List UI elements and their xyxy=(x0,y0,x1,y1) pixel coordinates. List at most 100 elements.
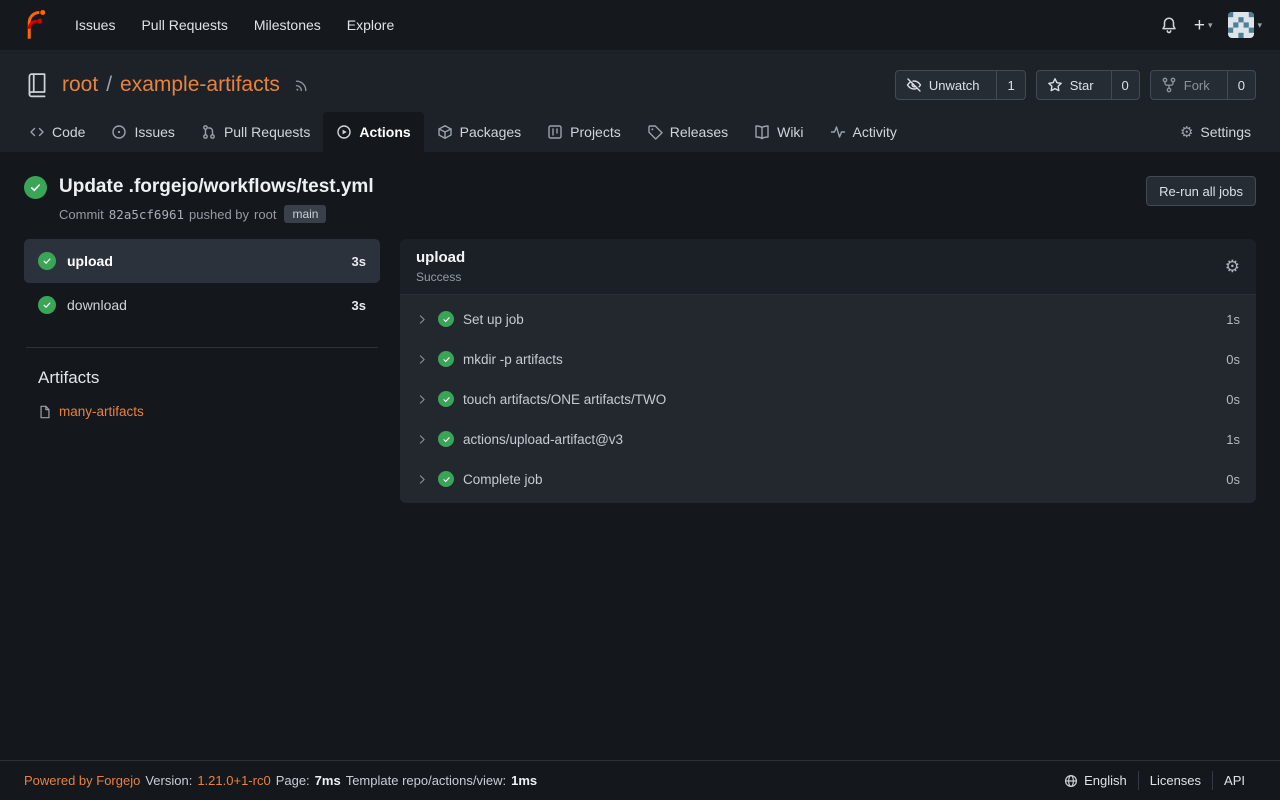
job-options-gear-icon[interactable]: ⚙ xyxy=(1225,258,1240,275)
version-link[interactable]: 1.21.0+1-rc0 xyxy=(197,773,270,788)
tab-releases[interactable]: Releases xyxy=(634,112,741,152)
avatar xyxy=(1228,12,1254,38)
branch-badge[interactable]: main xyxy=(284,205,326,223)
commit-label: Commit xyxy=(59,207,104,222)
tab-label: Releases xyxy=(670,124,728,140)
step-success-icon xyxy=(438,471,454,487)
job-name: download xyxy=(67,297,127,313)
user-menu-button[interactable]: ▾ xyxy=(1228,12,1262,38)
step-row[interactable]: actions/upload-artifact@v3 1s xyxy=(400,419,1256,459)
issue-icon xyxy=(111,124,127,140)
template-time-label: Template repo/actions/view: xyxy=(346,773,506,788)
job-duration: 3s xyxy=(352,298,366,313)
run-title-block: Update .forgejo/workflows/test.yml Commi… xyxy=(59,176,374,223)
create-menu-button[interactable]: + ▾ xyxy=(1194,16,1213,35)
identicon xyxy=(1228,12,1254,38)
fork-button[interactable]: Fork 0 xyxy=(1150,70,1256,100)
footer: Powered by Forgejo Version: 1.21.0+1-rc0… xyxy=(0,760,1280,800)
tab-settings[interactable]: ⚙ Settings xyxy=(1167,112,1264,152)
step-name: touch artifacts/ONE artifacts/TWO xyxy=(463,392,666,407)
nav-milestones[interactable]: Milestones xyxy=(241,9,334,41)
job-panel-header: upload Success ⚙ xyxy=(400,239,1256,295)
tab-pull-requests[interactable]: Pull Requests xyxy=(188,112,323,152)
globe-icon xyxy=(1064,774,1078,788)
package-icon xyxy=(437,124,453,140)
nav-pull-requests[interactable]: Pull Requests xyxy=(128,9,240,41)
chevron-right-icon xyxy=(416,433,429,446)
job-panel-title: upload xyxy=(416,249,465,266)
chevron-right-icon xyxy=(416,353,429,366)
artifact-item: many-artifacts xyxy=(38,404,366,419)
fork-label: Fork xyxy=(1184,78,1220,93)
steps-list: Set up job 1s mkdir -p artifacts 0s touc… xyxy=(400,295,1256,503)
step-row[interactable]: Complete job 0s xyxy=(400,459,1256,499)
licenses-link[interactable]: Licenses xyxy=(1138,771,1212,790)
tab-projects[interactable]: Projects xyxy=(534,112,634,152)
artifact-download-link[interactable]: many-artifacts xyxy=(59,404,144,419)
tab-packages[interactable]: Packages xyxy=(424,112,534,152)
tab-label: Issues xyxy=(134,124,174,140)
language-selector[interactable]: English xyxy=(1053,771,1138,790)
notifications-button[interactable] xyxy=(1160,16,1178,34)
pull-request-icon xyxy=(201,124,217,140)
tab-code[interactable]: Code xyxy=(16,112,98,152)
projects-icon xyxy=(547,124,563,140)
tab-wiki[interactable]: Wiki xyxy=(741,112,816,152)
repo-tabs: Code Issues Pull Requests Actions Packag… xyxy=(0,112,1280,152)
unwatch-button[interactable]: Unwatch 1 xyxy=(895,70,1026,100)
star-button[interactable]: Star 0 xyxy=(1036,70,1140,100)
stars-count[interactable]: 0 xyxy=(1111,71,1139,99)
tab-label: Actions xyxy=(359,124,410,140)
repo-name-link[interactable]: example-artifacts xyxy=(120,73,280,97)
repo-owner-link[interactable]: root xyxy=(62,73,98,97)
rerun-all-jobs-button[interactable]: Re-run all jobs xyxy=(1146,176,1256,206)
tab-label: Activity xyxy=(853,124,897,140)
artifacts-heading: Artifacts xyxy=(38,368,366,388)
repo-separator: / xyxy=(106,73,112,97)
top-navbar: Issues Pull Requests Milestones Explore … xyxy=(0,0,1280,50)
rss-icon[interactable] xyxy=(294,77,310,93)
forks-count[interactable]: 0 xyxy=(1227,71,1255,99)
topbar-right: + ▾ ▾ xyxy=(1160,12,1262,38)
chevron-right-icon xyxy=(416,313,429,326)
watchers-count[interactable]: 1 xyxy=(996,71,1024,99)
repo-title-row: root / example-artifacts Unwatch 1 xyxy=(0,66,1280,100)
step-duration: 0s xyxy=(1226,352,1240,367)
api-link[interactable]: API xyxy=(1212,771,1256,790)
step-name: Complete job xyxy=(463,472,543,487)
version-label: Version: xyxy=(145,773,192,788)
commit-line: Commit 82a5cf6961 pushed by root main xyxy=(59,205,374,223)
step-duration: 0s xyxy=(1226,472,1240,487)
star-label: Star xyxy=(1070,78,1104,93)
tab-label: Code xyxy=(52,124,85,140)
nav-issues[interactable]: Issues xyxy=(62,9,128,41)
commit-sha-link[interactable]: 82a5cf6961 xyxy=(109,207,184,222)
powered-by-link[interactable]: Powered by Forgejo xyxy=(24,773,140,788)
actions-run-page: Update .forgejo/workflows/test.yml Commi… xyxy=(0,152,1280,760)
job-item-upload[interactable]: upload 3s xyxy=(24,239,380,283)
step-success-icon xyxy=(438,431,454,447)
run-title: Update .forgejo/workflows/test.yml xyxy=(59,176,374,198)
caret-down-icon: ▾ xyxy=(1257,20,1262,31)
pusher-link[interactable]: root xyxy=(254,207,276,222)
tab-label: Projects xyxy=(570,124,621,140)
tab-label: Wiki xyxy=(777,124,803,140)
step-row[interactable]: mkdir -p artifacts 0s xyxy=(400,339,1256,379)
unwatch-label: Unwatch xyxy=(929,78,990,93)
tab-issues[interactable]: Issues xyxy=(98,112,187,152)
job-success-icon xyxy=(38,252,56,270)
step-row[interactable]: touch artifacts/ONE artifacts/TWO 0s xyxy=(400,379,1256,419)
language-label: English xyxy=(1084,773,1127,788)
divider xyxy=(26,347,378,348)
step-row[interactable]: Set up job 1s xyxy=(400,299,1256,339)
run-body: upload 3s download 3s Artifacts many-art… xyxy=(24,239,1256,503)
step-duration: 1s xyxy=(1226,432,1240,447)
forgejo-logo[interactable] xyxy=(18,10,48,40)
nav-explore[interactable]: Explore xyxy=(334,9,407,41)
page-time-label: Page: xyxy=(276,773,310,788)
tab-actions[interactable]: Actions xyxy=(323,112,423,152)
tab-activity[interactable]: Activity xyxy=(817,112,910,152)
job-name: upload xyxy=(67,253,113,269)
job-item-download[interactable]: download 3s xyxy=(24,283,380,327)
tab-label: Pull Requests xyxy=(224,124,310,140)
